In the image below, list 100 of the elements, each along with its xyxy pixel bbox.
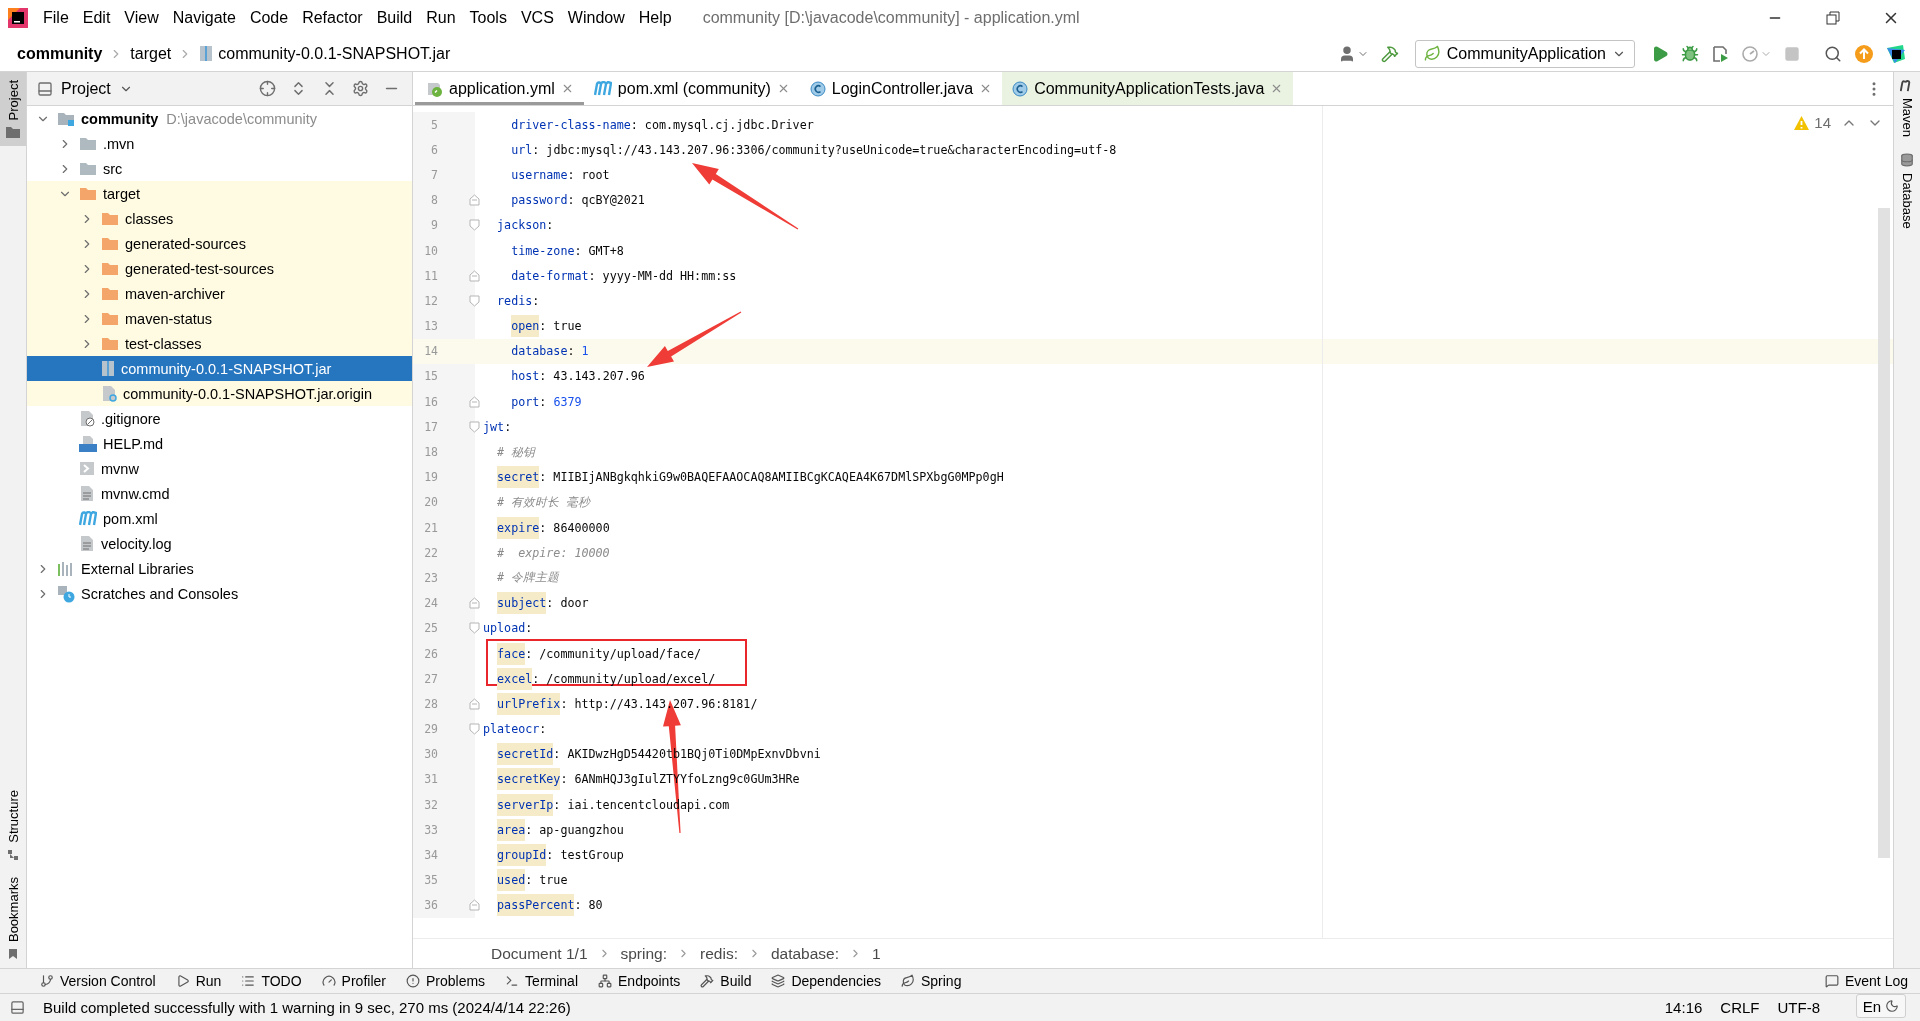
markdown-file-icon	[79, 435, 97, 452]
line-ending[interactable]: CRLF	[1720, 999, 1760, 1016]
menu-item[interactable]: Run	[419, 5, 463, 31]
bookmark-icon	[7, 948, 19, 960]
folder-icon	[101, 236, 119, 251]
tool-window-button[interactable]: Build	[700, 973, 752, 989]
folder-icon	[101, 311, 119, 326]
code-line: # 有效时长 毫秒	[497, 494, 591, 510]
panel-icon	[37, 80, 53, 97]
layers-icon	[771, 974, 786, 988]
tool-window-button[interactable]: Problems	[405, 973, 486, 989]
tool-window-tab[interactable]: Structure	[0, 782, 26, 869]
tool-window-tab[interactable]: Database	[1894, 145, 1920, 237]
project-view-dropdown[interactable]: Project	[37, 79, 133, 98]
line-number: 22	[413, 540, 475, 566]
line-number: 17	[413, 414, 475, 440]
tree-item[interactable]: velocity.log	[27, 531, 412, 556]
tree-item[interactable]: generated-sources	[27, 231, 412, 256]
folder-icon	[79, 161, 97, 176]
menu-item[interactable]: Edit	[75, 5, 118, 31]
tree-item[interactable]: maven-status	[27, 306, 412, 331]
tree-item[interactable]: test-classes	[27, 331, 412, 356]
tree-item[interactable]: HELP.md	[27, 431, 412, 456]
breadcrumb[interactable]: redis:	[698, 944, 740, 963]
run-configuration-dropdown[interactable]: CommunityApplication	[1414, 39, 1635, 68]
scrollbar-thumb[interactable]	[1878, 208, 1890, 858]
tree-item[interactable]: target	[27, 181, 412, 206]
run-icon	[175, 974, 190, 988]
breadcrumb[interactable]: spring:	[618, 944, 670, 963]
tree-item[interactable]: mvnw.cmd	[27, 481, 412, 506]
tree-item[interactable]: community-0.0.1-SNAPSHOT.jar.origin	[27, 381, 412, 406]
menu-item[interactable]: View	[117, 5, 166, 31]
tree-item[interactable]: External Libraries	[27, 556, 412, 581]
tool-window-button[interactable]: Endpoints	[598, 973, 681, 989]
bug-icon[interactable]	[1681, 44, 1699, 63]
libraries-icon	[57, 560, 75, 577]
toolbox-logo-icon[interactable]	[1886, 43, 1906, 64]
file-encoding[interactable]: UTF-8	[1777, 999, 1820, 1016]
alert-icon	[405, 974, 420, 988]
tool-window-button[interactable]: Profiler	[321, 973, 386, 989]
panel-toggle-icon[interactable]	[10, 1000, 25, 1015]
menu-item[interactable]: Refactor	[295, 5, 370, 31]
tool-window-button[interactable]: Terminal	[505, 973, 578, 989]
menu-item[interactable]: VCS	[513, 5, 561, 31]
tool-window-button[interactable]: Dependencies	[771, 973, 881, 989]
network-icon	[598, 974, 612, 988]
code-line: jwt:	[483, 419, 512, 434]
line-number: 23	[413, 565, 475, 591]
gauge-icon[interactable]	[1741, 44, 1759, 63]
tree-item[interactable]: generated-test-sources	[27, 256, 412, 281]
tool-window-tab[interactable]: Maven	[1894, 72, 1920, 146]
folder-icon	[79, 186, 97, 201]
breadcrumb[interactable]: community-0.0.1-SNAPSHOT.jar	[196, 44, 454, 63]
editor-tab[interactable]: CommunityApplicationTests.java	[1002, 72, 1294, 105]
line-number: 15	[413, 363, 475, 390]
menu-item[interactable]: Tools	[462, 5, 514, 31]
restore-icon[interactable]	[1826, 11, 1840, 25]
code-line: # 令牌主题	[497, 570, 560, 586]
breadcrumb[interactable]: database:	[768, 944, 842, 963]
menu-item[interactable]: Code	[242, 5, 296, 31]
tree-item[interactable]: .gitignore	[27, 406, 412, 431]
tree-item[interactable]: Scratches and Consoles	[27, 581, 412, 606]
menu-item[interactable]: Build	[369, 5, 420, 31]
text-file-icon	[79, 485, 95, 502]
breadcrumb[interactable]: target	[127, 44, 175, 63]
tree-item[interactable]: src	[27, 156, 412, 181]
coverage-icon[interactable]	[1711, 44, 1729, 63]
menu-item[interactable]: Window	[560, 5, 632, 31]
folder-icon	[6, 126, 20, 139]
tree-item[interactable]: community D:\javacode\community	[27, 106, 412, 131]
tool-window-button[interactable]: Spring	[900, 973, 962, 989]
line-number: 18	[413, 439, 475, 465]
tree-item[interactable]: .mvn	[27, 131, 412, 156]
code-line: # expire: 10000	[497, 545, 610, 560]
settings-icon[interactable]	[352, 80, 369, 97]
tree-item[interactable]: classes	[27, 206, 412, 231]
line-number: 11	[413, 263, 475, 289]
line-number: 20	[413, 489, 475, 515]
tool-window-button[interactable]: Version Control	[40, 973, 156, 989]
tool-window-tab[interactable]: Bookmarks	[0, 868, 26, 968]
tree-item[interactable]: pom.xml	[27, 506, 412, 531]
menu-item[interactable]: File	[36, 5, 76, 31]
menu-item[interactable]: Navigate	[165, 5, 243, 31]
run-icon[interactable]	[1651, 44, 1669, 63]
tree-item[interactable]: maven-archiver	[27, 281, 412, 306]
hammer-icon[interactable]	[1380, 44, 1399, 63]
locate-icon[interactable]	[259, 80, 276, 97]
tree-item[interactable]: mvnw	[27, 456, 412, 481]
breadcrumb[interactable]: Document 1/1	[489, 944, 590, 963]
search-icon[interactable]	[1824, 44, 1842, 63]
menu-item[interactable]: Help	[631, 5, 679, 31]
tree-item[interactable]: community-0.0.1-SNAPSHOT.jar	[27, 356, 412, 381]
breadcrumb[interactable]: 1	[870, 944, 883, 963]
tool-window-button[interactable]: Run	[175, 973, 222, 989]
tool-window-tab[interactable]: Project	[0, 72, 26, 147]
caret-position[interactable]: 14:16	[1664, 999, 1703, 1016]
tool-window-button[interactable]: TODO	[241, 973, 302, 989]
breadcrumb[interactable]: community	[14, 44, 106, 63]
line-number: 12	[413, 288, 475, 314]
event-log-button[interactable]: Event Log	[1824, 973, 1908, 989]
